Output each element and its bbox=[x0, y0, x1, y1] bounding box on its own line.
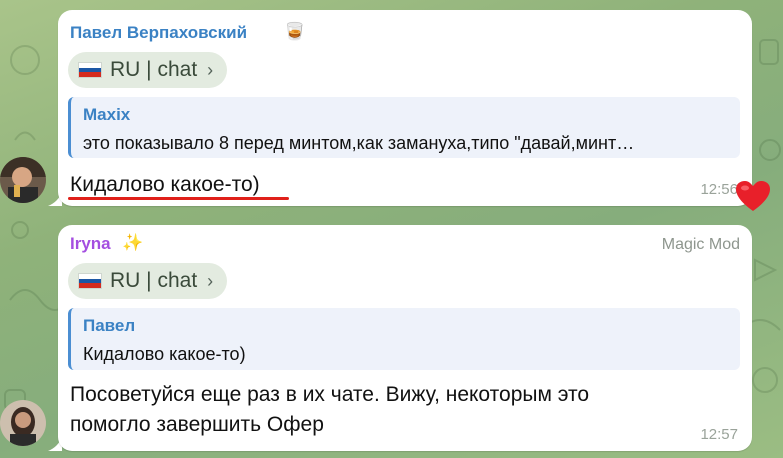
message-text: Кидалово какое-то) bbox=[70, 173, 260, 196]
avatar[interactable] bbox=[0, 157, 46, 203]
whiskey-glass-icon: 🥃 bbox=[284, 22, 306, 41]
chevron-right-icon: › bbox=[207, 270, 214, 291]
russia-flag-icon bbox=[78, 62, 102, 78]
reply-quote[interactable]: Павел Кидалово какое-то) bbox=[68, 308, 740, 370]
red-underline-annotation bbox=[68, 197, 289, 200]
heart-reaction-icon[interactable] bbox=[735, 181, 771, 213]
message-bubble[interactable]: Iryna ✨ Magic Mod RU | chat › Павел Кида… bbox=[58, 225, 752, 451]
chevron-right-icon: › bbox=[207, 59, 214, 80]
reply-author: Павел bbox=[83, 316, 136, 335]
role-badge: Magic Mod bbox=[661, 236, 740, 253]
reply-text: это показывало 8 перед минтом,как заману… bbox=[83, 133, 635, 153]
topic-tag[interactable]: RU | chat › bbox=[68, 263, 228, 299]
topic-tag[interactable]: RU | chat › bbox=[68, 52, 228, 88]
message-bubble[interactable]: Павел Верпаховский 🥃 RU | chat › Maxix э… bbox=[58, 10, 752, 206]
message-time: 12:56 bbox=[700, 181, 738, 198]
reply-author: Maxix bbox=[83, 105, 131, 124]
topic-tag-label: RU | chat bbox=[110, 58, 198, 81]
topic-tag-label: RU | chat bbox=[110, 269, 198, 292]
sender-name[interactable]: Iryna bbox=[70, 234, 111, 254]
message-text-line-2: помогло завершить Офер bbox=[70, 413, 324, 436]
reply-quote[interactable]: Maxix это показывало 8 перед минтом,как … bbox=[68, 97, 740, 158]
russia-flag-icon bbox=[78, 273, 102, 289]
sender-name[interactable]: Павел Верпаховский bbox=[70, 23, 247, 43]
message-text-line-1: Посоветуйся еще раз в их чате. Вижу, нек… bbox=[70, 383, 590, 406]
sparkle-icon: ✨ bbox=[122, 233, 144, 252]
avatar[interactable] bbox=[0, 400, 46, 446]
reply-text: Кидалово какое-то) bbox=[83, 344, 246, 364]
message-time: 12:57 bbox=[700, 426, 738, 443]
